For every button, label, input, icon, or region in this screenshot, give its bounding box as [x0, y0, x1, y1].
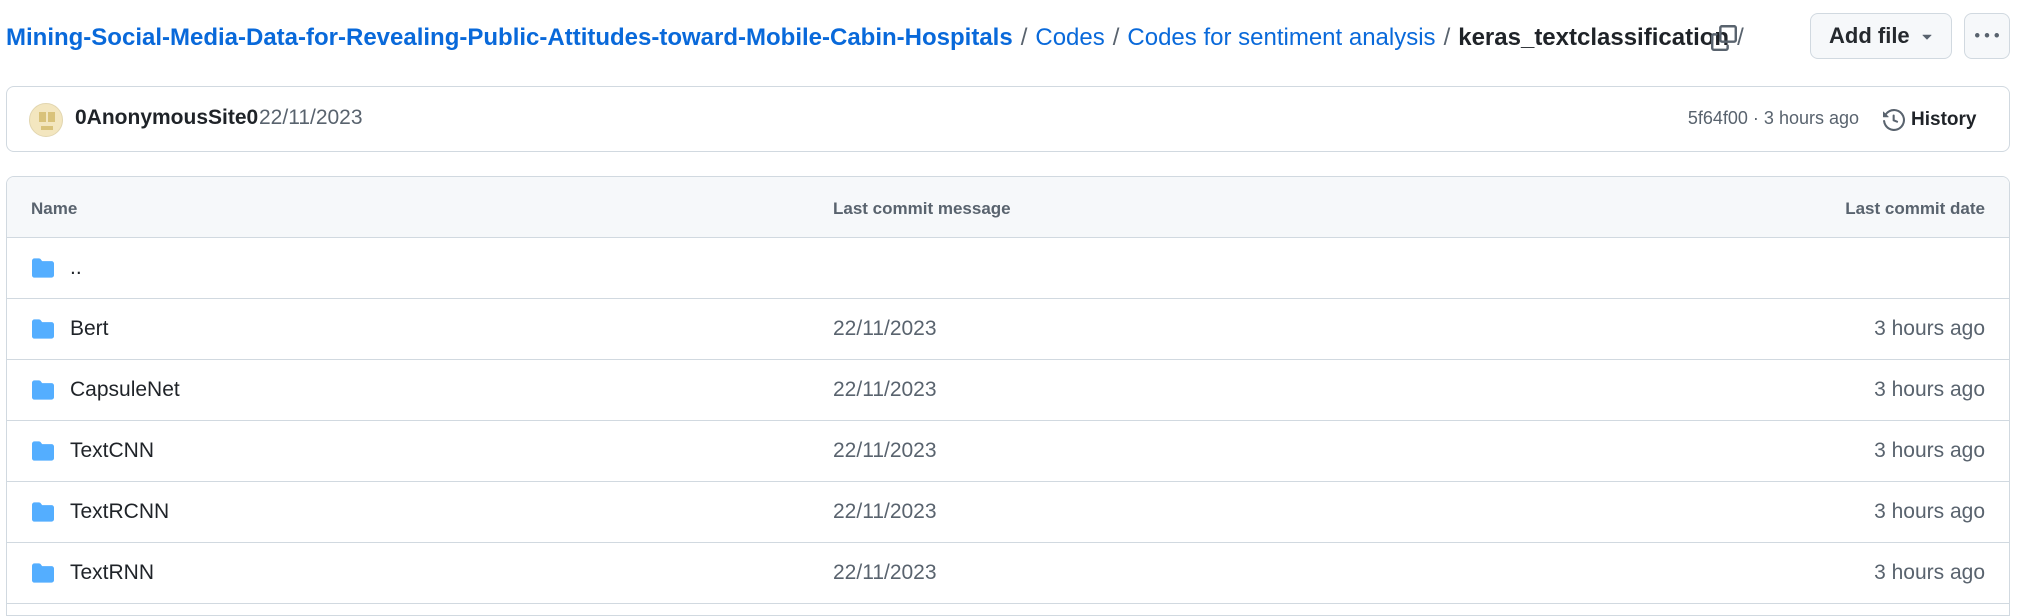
avatar[interactable]	[29, 103, 63, 137]
table-row[interactable]: CapsuleNet 22/11/2023 3 hours ago	[7, 360, 2009, 421]
breadcrumb: Mining-Social-Media-Data-for-Revealing-P…	[6, 22, 1752, 54]
add-file-button[interactable]: Add file	[1810, 13, 1952, 59]
table-row[interactable]: TextRCNN 22/11/2023 3 hours ago	[7, 482, 2009, 543]
folder-icon	[31, 379, 55, 407]
add-file-label: Add file	[1829, 23, 1910, 48]
commit-date: 3 hours ago	[1874, 500, 1985, 523]
latest-commit-box: 0AnonymousSite0 22/11/2023 5f64f00 · 3 h…	[6, 86, 2010, 152]
history-button[interactable]: History	[1883, 103, 1976, 137]
more-options-button[interactable]	[1964, 13, 2010, 59]
folder-icon	[31, 440, 55, 468]
breadcrumb-separator: /	[1443, 24, 1451, 51]
breadcrumb-separator: /	[1112, 24, 1120, 51]
commit-date: 3 hours ago	[1874, 378, 1985, 401]
commit-author-link[interactable]: 0AnonymousSite0	[75, 106, 258, 130]
breadcrumb-current: keras_textclassification	[1458, 24, 1730, 51]
folder-icon	[31, 257, 55, 285]
table-header: Name Last commit message Last commit dat…	[7, 177, 2009, 238]
commit-meta[interactable]: 5f64f00 · 3 hours ago	[1688, 108, 1859, 129]
copy-path-icon[interactable]	[1708, 22, 1740, 54]
commit-message-link[interactable]: 22/11/2023	[259, 106, 363, 130]
table-row[interactable]: TextRNN 22/11/2023 3 hours ago	[7, 543, 2009, 604]
file-table: Name Last commit message Last commit dat…	[6, 176, 2010, 616]
commit-message-link[interactable]: 22/11/2023	[833, 500, 937, 524]
folder-name-link[interactable]: Bert	[70, 317, 109, 341]
breadcrumb-sentiment-link[interactable]: Codes for sentiment analysis	[1127, 24, 1435, 51]
commit-message-link[interactable]: 22/11/2023	[833, 378, 937, 402]
folder-icon	[31, 318, 55, 346]
column-header-name: Name	[31, 199, 78, 218]
kebab-horizontal-icon	[1975, 33, 1999, 38]
commit-message-link[interactable]: 22/11/2023	[833, 439, 937, 463]
folder-name-link[interactable]: CapsuleNet	[70, 378, 180, 402]
commit-date: 3 hours ago	[1874, 317, 1985, 340]
folder-name-link[interactable]: TextRNN	[70, 561, 154, 585]
column-header-date: Last commit date	[1845, 199, 1985, 218]
top-bar: Mining-Social-Media-Data-for-Revealing-P…	[0, 0, 2018, 78]
folder-icon	[31, 562, 55, 590]
commit-date: 3 hours ago	[1874, 439, 1985, 462]
breadcrumb-separator: /	[1020, 24, 1028, 51]
commit-message-link[interactable]: 22/11/2023	[833, 561, 937, 585]
folder-name-link[interactable]: TextCNN	[70, 439, 154, 463]
breadcrumb-codes-link[interactable]: Codes	[1035, 24, 1104, 51]
commit-date: 3 hours ago	[1874, 561, 1985, 584]
breadcrumb-repo-link[interactable]: Mining-Social-Media-Data-for-Revealing-P…	[6, 24, 1013, 51]
parent-directory-link[interactable]: ..	[70, 256, 82, 280]
commit-message-link[interactable]: 22/11/2023	[833, 317, 937, 341]
caret-down-icon	[1917, 26, 1937, 52]
table-row[interactable]: TextCNN 22/11/2023 3 hours ago	[7, 421, 2009, 482]
parent-directory-row[interactable]: ..	[7, 238, 2009, 299]
history-label: History	[1911, 109, 1977, 130]
history-icon	[1883, 109, 1905, 131]
column-header-message: Last commit message	[833, 199, 1011, 218]
table-row[interactable]: Bert 22/11/2023 3 hours ago	[7, 299, 2009, 360]
folder-name-link[interactable]: TextRCNN	[70, 500, 169, 524]
folder-icon	[31, 501, 55, 529]
